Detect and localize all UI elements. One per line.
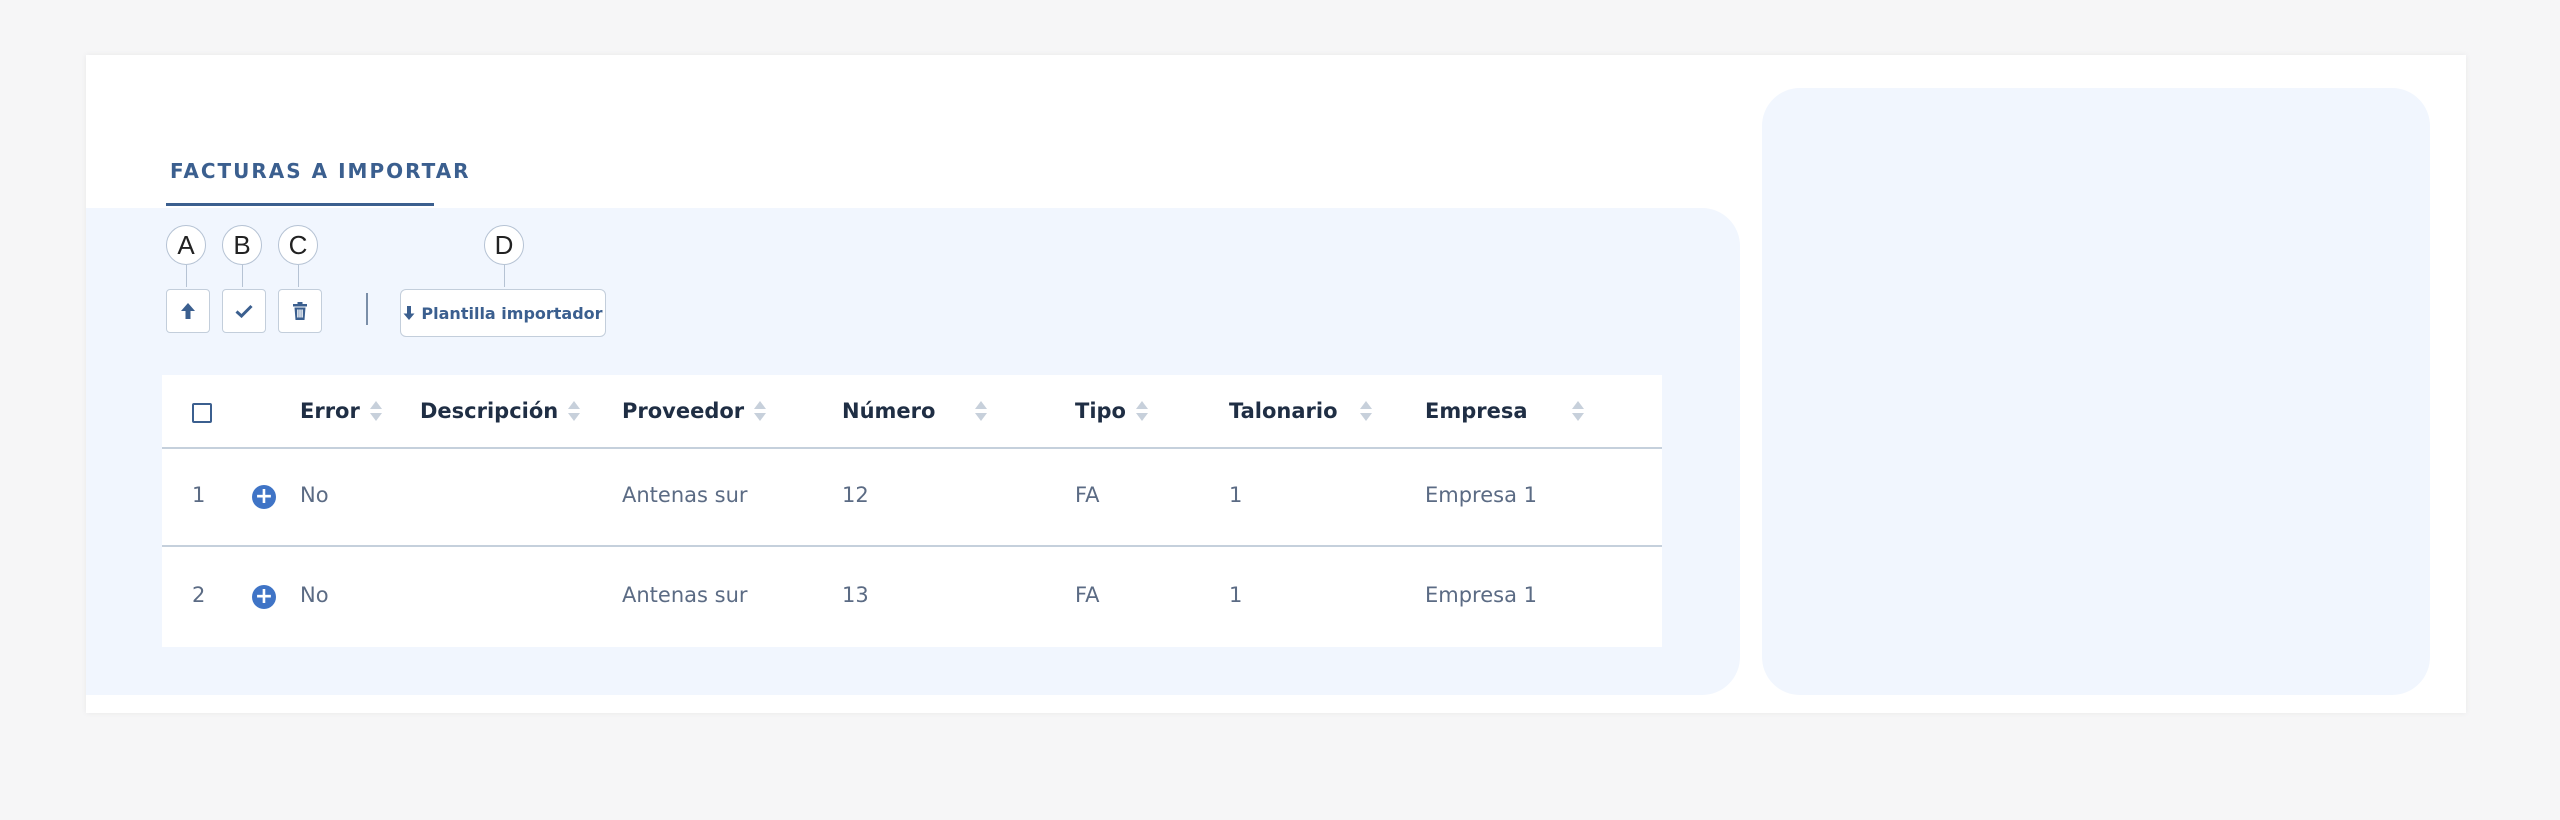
expand-row-plus-icon[interactable]: + xyxy=(252,485,276,509)
marker-c-line xyxy=(298,265,299,287)
sort-icon[interactable] xyxy=(754,399,767,423)
marker-d: D xyxy=(484,225,524,265)
tab-facturas-a-importar[interactable]: FACTURAS A IMPORTAR xyxy=(170,159,471,183)
marker-a-line xyxy=(186,265,187,287)
cell-talonario: 1 xyxy=(1229,583,1243,607)
table-row[interactable]: 1 + No Antenas sur 12 FA 1 Empresa 1 xyxy=(162,449,1662,547)
upload-button[interactable] xyxy=(166,289,210,333)
cell-error: No xyxy=(300,483,329,507)
arrow-up-icon xyxy=(181,303,195,319)
cell-proveedor: Antenas sur xyxy=(622,583,748,607)
column-header-empresa[interactable]: Empresa xyxy=(1425,399,1584,423)
column-label: Empresa xyxy=(1425,399,1528,423)
cell-tipo: FA xyxy=(1075,583,1100,607)
sort-icon[interactable] xyxy=(369,399,382,423)
column-label: Número xyxy=(842,399,936,423)
table-row[interactable]: 2 + No Antenas sur 13 FA 1 Empresa 1 xyxy=(162,549,1662,647)
cell-numero: 13 xyxy=(842,583,869,607)
invoices-table: Error Descripción Proveedor Número Tipo … xyxy=(162,375,1662,647)
arrow-down-icon xyxy=(403,306,415,320)
row-index: 2 xyxy=(192,583,206,607)
trash-icon xyxy=(293,302,307,320)
marker-c: C xyxy=(278,225,318,265)
column-header-error[interactable]: Error xyxy=(300,399,382,423)
column-label: Descripción xyxy=(420,399,559,423)
select-all-checkbox[interactable] xyxy=(192,403,212,423)
check-icon xyxy=(235,304,253,318)
cell-empresa: Empresa 1 xyxy=(1425,583,1537,607)
column-header-descripcion[interactable]: Descripción xyxy=(420,399,581,423)
column-header-numero[interactable]: Número xyxy=(842,399,988,423)
column-header-tipo[interactable]: Tipo xyxy=(1075,399,1148,423)
column-label: Tipo xyxy=(1075,399,1126,423)
cell-error: No xyxy=(300,583,329,607)
cell-numero: 12 xyxy=(842,483,869,507)
column-label: Proveedor xyxy=(622,399,745,423)
cell-empresa: Empresa 1 xyxy=(1425,483,1537,507)
marker-d-line xyxy=(504,265,505,287)
column-label: Error xyxy=(300,399,360,423)
cell-talonario: 1 xyxy=(1229,483,1243,507)
confirm-button[interactable] xyxy=(222,289,266,333)
column-header-talonario[interactable]: Talonario xyxy=(1229,399,1372,423)
sort-icon[interactable] xyxy=(1359,399,1372,423)
sort-icon[interactable] xyxy=(1571,399,1584,423)
row-index: 1 xyxy=(192,483,206,507)
expand-row-plus-icon[interactable]: + xyxy=(252,585,276,609)
sort-icon[interactable] xyxy=(568,399,581,423)
delete-button[interactable] xyxy=(278,289,322,333)
main-card: FACTURAS A IMPORTAR A B C D Plantilla im… xyxy=(86,55,2466,713)
side-panel xyxy=(1762,88,2430,695)
table-header: Error Descripción Proveedor Número Tipo … xyxy=(162,375,1662,449)
sort-icon[interactable] xyxy=(1135,399,1148,423)
tab-underline xyxy=(166,203,434,206)
sort-icon[interactable] xyxy=(975,399,988,423)
column-header-proveedor[interactable]: Proveedor xyxy=(622,399,767,423)
marker-a: A xyxy=(166,225,206,265)
plantilla-importador-label: Plantilla importador xyxy=(421,303,603,323)
column-label: Talonario xyxy=(1229,399,1338,423)
plantilla-importador-button[interactable]: Plantilla importador xyxy=(400,289,606,337)
cell-proveedor: Antenas sur xyxy=(622,483,748,507)
toolbar-separator xyxy=(366,293,368,325)
marker-b-line xyxy=(242,265,243,287)
marker-b: B xyxy=(222,225,262,265)
cell-tipo: FA xyxy=(1075,483,1100,507)
